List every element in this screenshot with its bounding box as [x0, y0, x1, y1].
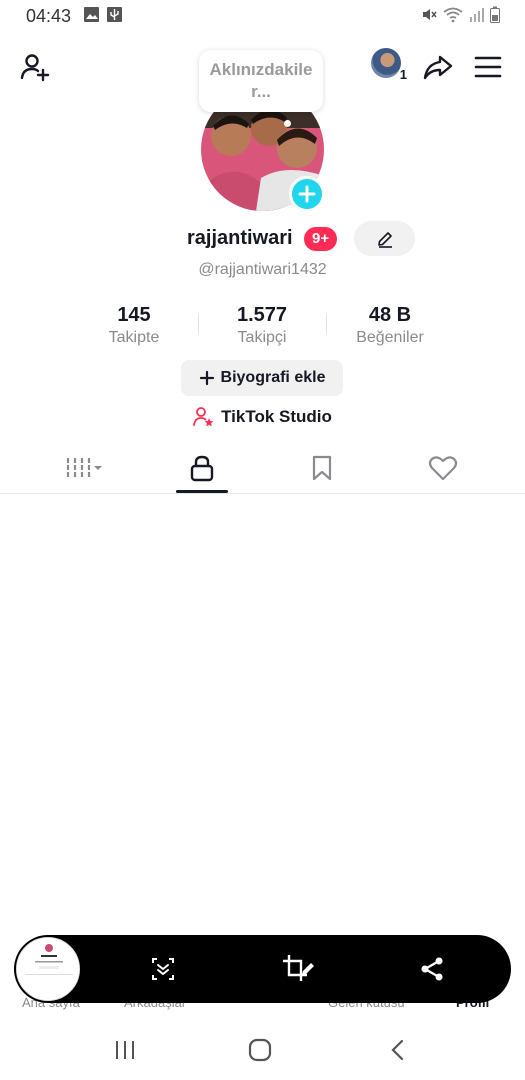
share-screenshot-button[interactable]: [415, 952, 449, 986]
home-button[interactable]: [245, 1036, 275, 1064]
heart-icon: [428, 456, 458, 481]
account-avatar: [371, 48, 401, 78]
tab-saved[interactable]: [262, 444, 382, 492]
likes-count: 48 B: [368, 304, 412, 326]
following-count: 145: [117, 304, 151, 326]
system-nav-bar: [0, 1030, 525, 1070]
followers-stat[interactable]: 1.577 Takipçi: [202, 304, 322, 347]
mute-icon: [423, 9, 437, 20]
account-switcher[interactable]: 1: [371, 48, 407, 82]
menu-button[interactable]: [471, 50, 505, 84]
recents-icon: [116, 1041, 134, 1059]
crop-edit-icon: [283, 955, 314, 981]
hamburger-menu-icon: [474, 56, 502, 78]
profile-stats: 145 Takipte 1.577 Takipçi 48 B Beğeniler: [0, 304, 525, 354]
likes-label: Beğeniler: [356, 329, 424, 346]
usb-icon: [107, 7, 122, 22]
videos-grid-icon: [66, 458, 102, 478]
crop-edit-button[interactable]: [281, 952, 315, 986]
username-row: rajjantiwari 9+: [0, 221, 525, 257]
private-lock-icon: [190, 455, 214, 482]
followers-count: 1.577: [236, 304, 288, 326]
share-icon: [421, 957, 443, 981]
account-count: 1: [399, 67, 407, 82]
plus-icon: [199, 370, 214, 386]
add-friend-button[interactable]: [18, 50, 52, 84]
creator-star-icon: [193, 407, 214, 427]
screenshot-thumbnail[interactable]: [16, 937, 80, 1001]
screenshot-preview: [17, 938, 79, 1000]
tab-videos[interactable]: [24, 444, 144, 492]
home-icon: [248, 1038, 272, 1062]
scroll-capture-button[interactable]: [146, 952, 180, 986]
bookmark-icon: [312, 455, 332, 481]
pencil-icon: [377, 231, 392, 248]
status-bar: 04:43: [0, 0, 525, 34]
thought-bubble[interactable]: Aklınızdakile r...: [199, 50, 323, 112]
notification-badge[interactable]: 9+: [304, 227, 338, 251]
wifi-icon: [443, 7, 463, 23]
profile-tabs: [0, 444, 525, 494]
stat-divider: [326, 314, 327, 334]
thought-bubble-tail: [284, 120, 291, 127]
active-tab-indicator: [176, 490, 228, 493]
scroll-capture-icon: [152, 958, 174, 980]
back-chevron-icon: [391, 1039, 404, 1061]
likes-stat[interactable]: 48 B Beğeniler: [330, 304, 450, 347]
screenshot-toolbar: [14, 935, 511, 1003]
edit-profile-button[interactable]: [354, 221, 415, 256]
add-bio-button[interactable]: Biyografi ekle: [181, 360, 343, 396]
status-right-icons: [421, 6, 501, 23]
share-profile-button[interactable]: [421, 50, 455, 84]
status-time: 04:43: [26, 6, 72, 26]
battery-icon: [490, 6, 500, 23]
add-bio-label: Biyografi ekle: [220, 369, 326, 386]
following-label: Takipte: [108, 329, 160, 346]
plus-icon: [298, 185, 316, 203]
add-user-icon: [20, 54, 50, 82]
user-handle: @rajjantiwari1432: [198, 261, 327, 278]
signal-icon: [470, 8, 484, 22]
status-left-icons: [83, 6, 123, 23]
recents-button[interactable]: [110, 1036, 140, 1064]
following-stat[interactable]: 145 Takipte: [74, 304, 194, 347]
tab-private[interactable]: [142, 444, 262, 492]
back-button[interactable]: [383, 1036, 413, 1064]
username: rajjantiwari: [187, 227, 293, 249]
share-arrow-icon: [423, 55, 453, 80]
followers-label: Takipçi: [237, 329, 287, 346]
image-icon: [84, 7, 99, 22]
add-story-button[interactable]: [289, 176, 325, 212]
tiktok-studio-label: TikTok Studio: [221, 407, 332, 426]
tiktok-studio-link[interactable]: TikTok Studio: [0, 406, 525, 428]
tab-liked[interactable]: [383, 444, 503, 492]
stat-divider: [198, 314, 199, 334]
